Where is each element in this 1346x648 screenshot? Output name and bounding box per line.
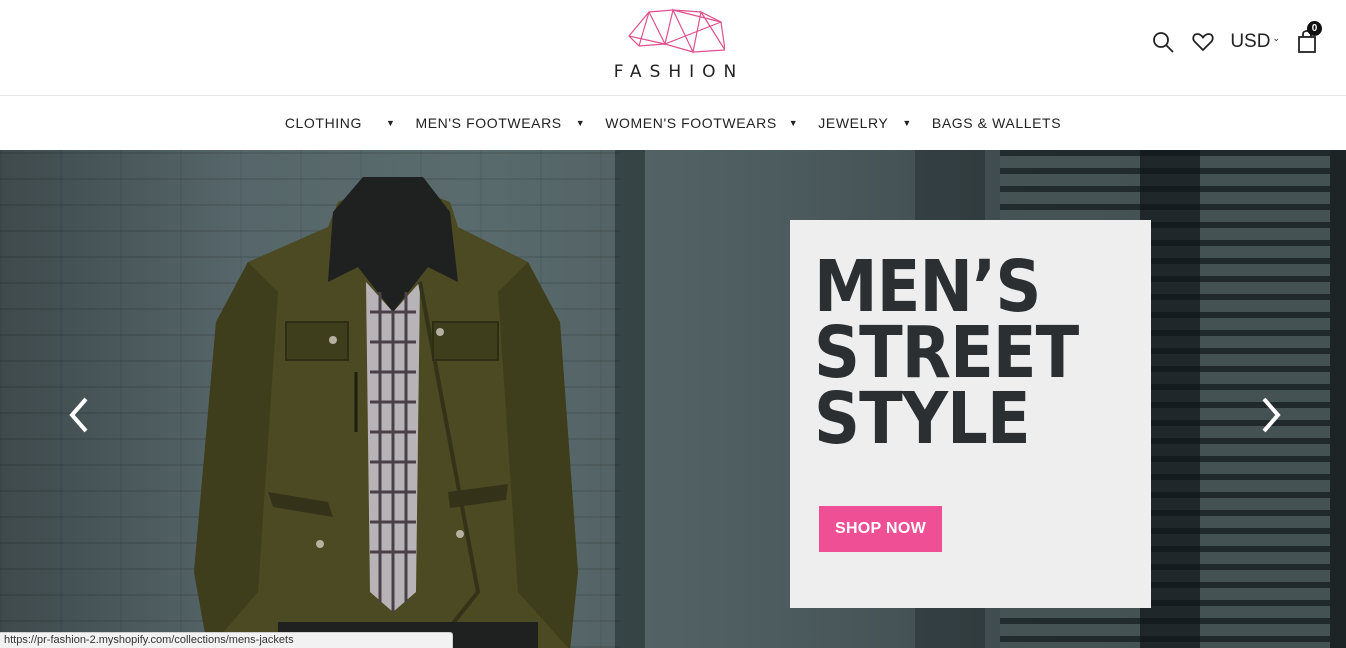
currency-label: USD [1230, 31, 1271, 52]
nav-item-womens-footwears[interactable]: WOMEN'S FOOTWEARS ▼ [595, 115, 808, 131]
jacket-image [194, 177, 578, 648]
chevron-right-icon[interactable] [1256, 395, 1286, 435]
chevron-left-icon[interactable] [64, 395, 94, 435]
nav-item-clothing[interactable]: CLOTHING ▼ [275, 115, 406, 131]
search-icon[interactable] [1150, 29, 1176, 55]
site-logo[interactable]: FASHION [590, 6, 760, 86]
header-actions: USD ⌄ 0 [1150, 21, 1322, 60]
hero-background-pillar [615, 150, 645, 648]
nav-item-label: BAGS & WALLETS [931, 115, 1062, 131]
currency-selector[interactable]: USD ⌄ [1230, 31, 1280, 53]
caret-down-icon: ▼ [385, 118, 396, 128]
logo-text: FASHION [613, 62, 745, 82]
chevron-down-icon: ⌄ [1272, 33, 1280, 43]
caret-down-icon: ▼ [575, 118, 586, 128]
main-nav: CLOTHING ▼ MEN'S FOOTWEARS ▼ WOMEN'S FOO… [0, 96, 1346, 150]
nav-item-jewelry[interactable]: JEWELRY ▼ [808, 115, 922, 131]
caret-down-icon: ▼ [788, 118, 799, 128]
hero-background-edge [1330, 150, 1346, 648]
caret-down-icon: ▼ [902, 118, 912, 128]
shop-now-button[interactable]: SHOP NOW [819, 506, 942, 552]
nav-item-label: MEN'S FOOTWEARS [415, 115, 562, 131]
promo-title-line: STYLE [814, 377, 1031, 460]
nav-item-label: WOMEN'S FOOTWEARS [605, 115, 777, 131]
cart-count-badge: 0 [1307, 21, 1322, 36]
promo-title: MEN’S STREET STYLE [814, 251, 1102, 460]
status-bar-url: https://pr-fashion-2.myshopify.com/colle… [0, 632, 453, 648]
logo-geometric-icon [628, 8, 725, 54]
heart-icon[interactable] [1190, 29, 1216, 55]
site-header: FASHION USD ⌄ 0 [0, 0, 1346, 96]
nav-item-label: JEWELRY [818, 115, 889, 131]
promo-card: MEN’S STREET STYLE SHOP NOW [790, 220, 1151, 608]
nav-item-bags-wallets[interactable]: BAGS & WALLETS [922, 115, 1071, 131]
nav-item-label: CLOTHING [284, 115, 362, 131]
nav-item-mens-footwears[interactable]: MEN'S FOOTWEARS ▼ [405, 115, 595, 131]
cart-button[interactable]: 0 [1294, 21, 1322, 55]
